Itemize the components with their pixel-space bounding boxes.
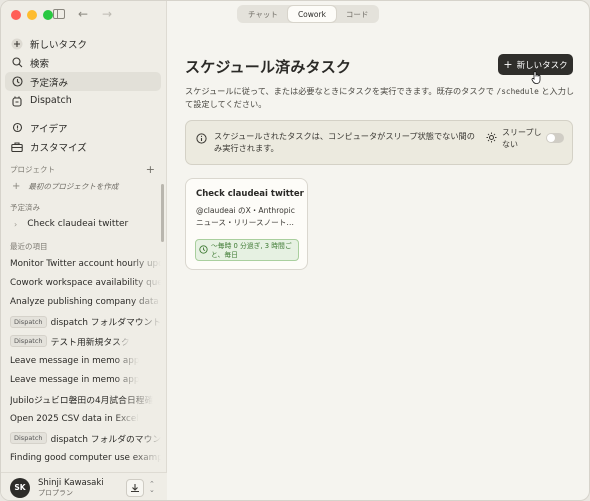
dispatch-tag: Dispatch (10, 335, 47, 348)
recent-item[interactable]: Open 2025 CSV data in Excel (5, 409, 161, 428)
briefcase-icon (10, 140, 24, 154)
profile-name: Shinji Kawasaki (38, 477, 104, 488)
profile-plan: プロプラン (38, 488, 73, 497)
recent-list: Monitor Twitter account hourly upd Cowork… (5, 254, 161, 467)
banner-text: スケジュールされたタスクは、コンピュータがスリープ状態でない間のみ実行されます。 (214, 131, 475, 153)
recent-item-label: Leave message in memo app (10, 375, 140, 386)
sidebar-item-customize[interactable]: カスタマイズ (5, 137, 161, 156)
recent-item-label: Leave message in memo app (10, 355, 140, 366)
recent-item[interactable]: Leave message in memo app (5, 351, 161, 370)
sidebar: ← → 新しいタスク 検索 予定済み Dispatch アイデア カスタマイズ … (1, 1, 167, 500)
recent-item-label: Analyze publishing company data a (10, 297, 161, 308)
search-icon (10, 56, 24, 70)
sidebar-item-label: カスタマイズ (30, 142, 87, 154)
download-icon (131, 484, 139, 493)
recent-item-label: Monitor Twitter account hourly upd (10, 258, 161, 269)
task-card-title: Check claudeai twitter (196, 189, 304, 199)
sidebar-item-label: アイデア (30, 123, 68, 135)
recent-item-label: dispatch フォルダのマウン (50, 434, 161, 445)
scheduled-task-item[interactable]: › Check claudeai twitter (5, 215, 161, 233)
sun-icon (486, 132, 497, 143)
sidebar-item-dispatch[interactable]: Dispatch (5, 91, 161, 110)
description-part1: スケジュールに従って、または必要なときにタスクを実行できます。既存のタスクで (185, 86, 497, 96)
schedule-command: /schedule (496, 87, 539, 96)
recent-item[interactable]: Dispatch dispatch フォルダのマウン (5, 429, 161, 448)
page-title: スケジュール済みタスク (185, 58, 352, 76)
clock-icon (199, 245, 208, 254)
clock-icon (10, 75, 24, 89)
recent-item[interactable]: Jubiloジュビロ磐田の4月試合日程確 (5, 390, 161, 409)
close-window-button[interactable] (11, 10, 21, 20)
forward-arrow-icon[interactable]: → (99, 6, 115, 22)
back-arrow-icon[interactable]: ← (75, 6, 91, 22)
plus-icon: + (12, 180, 21, 192)
create-project-label: 最初のプロジェクトを作成 (28, 181, 119, 191)
recent-item[interactable]: Cowork workspace availability que (5, 273, 161, 292)
toolbar-icons: ← → (51, 6, 115, 22)
schedule-text: 〜毎時 0 分過ぎ, 3 時間ごと、毎日 (211, 242, 292, 259)
recent-item[interactable]: Analyze publishing company data a (5, 293, 161, 312)
recent-item-label: Finding good computer use examp (10, 452, 161, 463)
profile-info[interactable]: Shinji Kawasaki プロプラン (38, 478, 104, 498)
dispatch-icon (10, 94, 24, 108)
recent-section-header: 最近の項目 (5, 238, 161, 254)
recent-item-label: Open 2025 CSV data in Excel (10, 413, 139, 424)
sidebar-toggle-icon[interactable] (51, 6, 67, 22)
prevent-sleep-toggle[interactable] (546, 133, 564, 143)
sleep-toggle-label: スリープしない (502, 128, 542, 149)
profile-bar: SK Shinji Kawasaki プロプラン ⌃ ⌄ (1, 472, 167, 500)
sidebar-scrollbar[interactable] (161, 184, 164, 242)
recent-item-label: Cowork workspace availability que (10, 278, 161, 289)
avatar[interactable]: SK (10, 477, 30, 498)
create-first-project[interactable]: + 最初のプロジェクトを作成 (5, 177, 161, 195)
download-button[interactable] (126, 479, 144, 497)
sidebar-item-label: 検索 (30, 58, 50, 70)
recent-item-label: Jubiloジュビロ磐田の4月試合日程確 (10, 395, 154, 406)
dispatch-tag: Dispatch (10, 432, 47, 445)
recent-item[interactable]: Monitor Twitter account hourly upd (5, 254, 161, 273)
task-card-description: @claudeai のX・Anthropic ニュース・リリースノート… (196, 206, 295, 227)
recent-item[interactable]: Finding good computer use examp (5, 448, 161, 467)
hand-cursor-icon (531, 71, 541, 84)
projects-heading: プロジェクト (10, 164, 55, 174)
schedule-badge: 〜毎時 0 分過ぎ, 3 時間ごと、毎日 (195, 239, 299, 261)
page-description: スケジュールに従って、または必要なときにタスクを実行できます。既存のタスクで /… (185, 85, 577, 110)
chevron-up-down-icon[interactable]: ⌃ ⌄ (149, 481, 155, 494)
nav-divider (5, 110, 161, 118)
scheduled-task-label: Check claudeai twitter (27, 219, 129, 229)
dispatch-tag: Dispatch (10, 315, 47, 328)
recent-item[interactable]: Dispatch テスト用新規タスク (5, 332, 161, 351)
sidebar-nav: 新しいタスク 検索 予定済み Dispatch アイデア カスタマイズ プロジェ… (5, 34, 161, 467)
recent-item-label: テスト用新規タスク (50, 337, 130, 348)
scheduled-heading: 予定済み (10, 202, 40, 212)
window-controls (11, 10, 53, 20)
scheduled-section-header: 予定済み (5, 199, 161, 215)
sidebar-item-search[interactable]: 検索 (5, 53, 161, 72)
new-task-label: 新しいタスク (516, 60, 568, 71)
scheduled-task-card[interactable]: Check claudeai twitter @claudeai のX・Anth… (185, 178, 308, 270)
recent-item-label: dispatch フォルダマウント (50, 318, 161, 329)
plus-icon: + (503, 58, 513, 71)
projects-section-header: プロジェクト + (5, 161, 161, 177)
app-window: ← → 新しいタスク 検索 予定済み Dispatch アイデア カスタマイズ … (0, 0, 590, 501)
sleep-notice-banner: スケジュールされたタスクは、コンピュータがスリープ状態でない間のみ実行されます。… (185, 120, 573, 165)
chevron-right-icon: › (14, 219, 18, 229)
recent-item[interactable]: Dispatch dispatch フォルダマウント (5, 312, 161, 331)
sidebar-item-label: Dispatch (30, 95, 72, 106)
sidebar-item-ideas[interactable]: アイデア (5, 118, 161, 137)
lightbulb-icon (10, 121, 24, 135)
sidebar-item-scheduled[interactable]: 予定済み (5, 72, 161, 91)
sidebar-item-new-task[interactable]: 新しいタスク (5, 34, 161, 53)
plus-circle-icon (10, 37, 24, 51)
minimize-window-button[interactable] (27, 10, 37, 20)
sidebar-item-label: 新しいタスク (30, 39, 88, 51)
info-icon (196, 133, 207, 144)
sidebar-item-label: 予定済み (30, 77, 69, 89)
add-project-icon[interactable]: + (146, 163, 155, 176)
recent-heading: 最近の項目 (10, 241, 48, 251)
recent-item[interactable]: Leave message in memo app (5, 370, 161, 389)
main-content: スケジュール済みタスク + 新しいタスク スケジュールに従って、または必要なとき… (167, 1, 589, 500)
